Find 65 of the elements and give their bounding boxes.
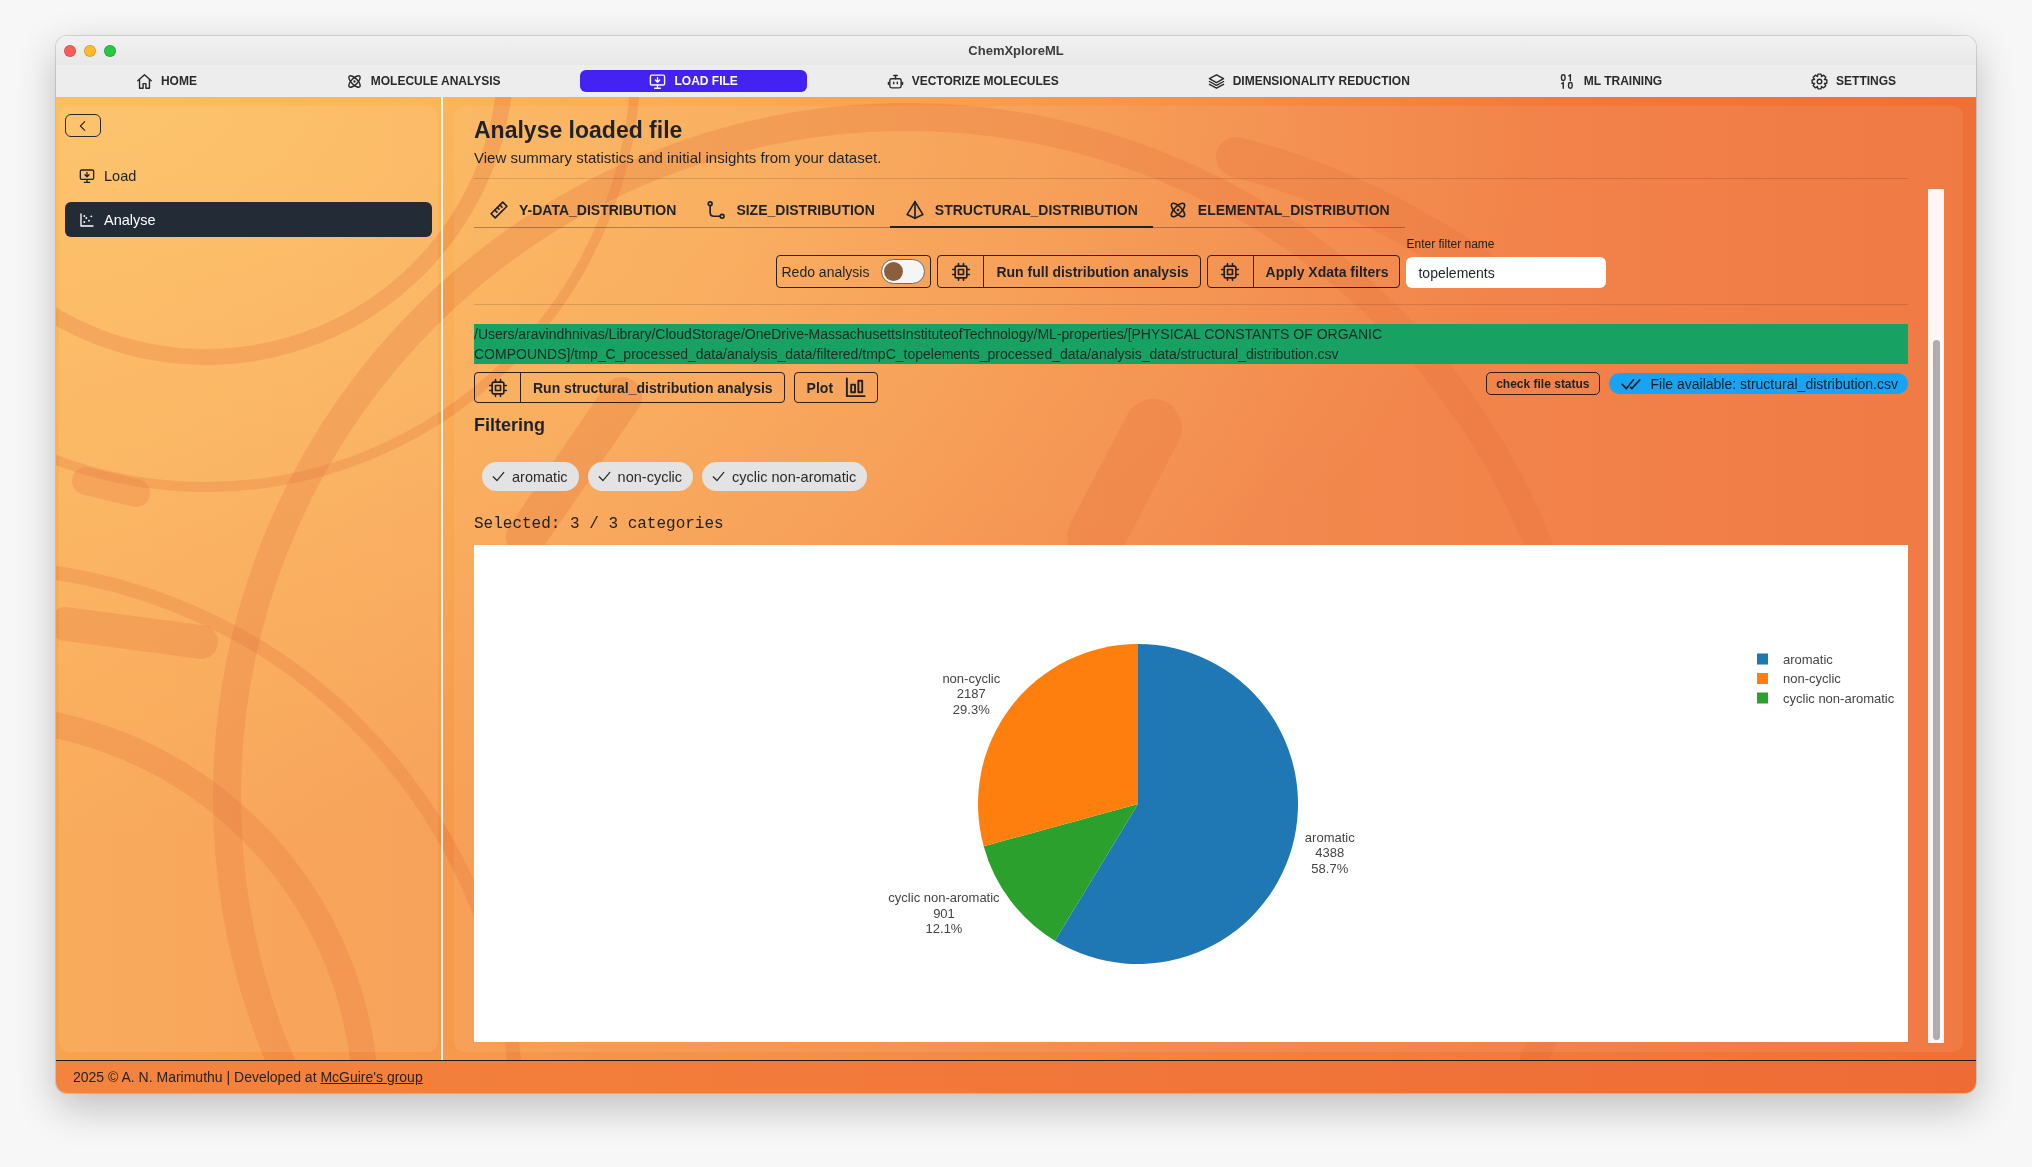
distribution-tab[interactable]: ELEMENTAL_DISTRIBUTION (1167, 194, 1390, 228)
group-link[interactable]: McGuire's group (320, 1069, 423, 1085)
path-nodes-icon (706, 200, 727, 220)
legend-label: cyclic non-aromatic (1783, 690, 1895, 706)
nav-tab[interactable]: ML TRAINING (1550, 70, 1671, 92)
chip-icon (1220, 261, 1241, 282)
back-button[interactable] (65, 114, 101, 137)
legend-label: aromatic (1783, 651, 1833, 667)
slice-label: non-cyclic 2187 29.3% (942, 670, 1001, 717)
distribution-tab[interactable]: Y-DATA_DISTRIBUTION (489, 194, 677, 228)
footer-credit: 2025 © A. N. Marimuthu | Developed at McGuire's group (73, 1069, 423, 1085)
nav-tab[interactable]: HOME (127, 70, 205, 92)
check-icon (491, 469, 506, 484)
filter-name-field[interactable]: topelements (1406, 257, 1607, 288)
selection-summary: Selected: 3 / 3 categories (474, 514, 724, 534)
ruler-icon (489, 200, 509, 220)
nav-tab[interactable]: LOAD FILE (580, 70, 807, 92)
sidebar-item[interactable]: Analyse (65, 202, 432, 237)
slice-label: cyclic non-aromatic 901 12.1% (888, 890, 1000, 937)
pyramid-icon (904, 200, 925, 220)
filter-chip[interactable]: aromatic (482, 462, 579, 491)
check-icon (596, 469, 612, 484)
layers-icon (1207, 72, 1225, 90)
monitor-arrow-icon (649, 72, 667, 90)
nav-tab[interactable]: SETTINGS (1803, 70, 1905, 92)
binary-digits-icon (1558, 72, 1576, 90)
vertical-scrollbar[interactable] (1928, 189, 1944, 1043)
scatter-chart-icon (79, 211, 95, 228)
bar-chart-icon (844, 376, 868, 399)
scrollbar-thumb[interactable] (1932, 340, 1940, 1040)
redo-analysis-switch[interactable]: Redo analysis (775, 255, 932, 288)
sidebar-item[interactable]: Load (65, 158, 137, 193)
monitor-arrow-icon (79, 167, 95, 184)
distribution-tab[interactable]: STRUCTURAL_DISTRIBUTION (889, 194, 1153, 228)
distribution-tab[interactable]: SIZE_DISTRIBUTION (706, 194, 875, 228)
slice-label: aromatic 4388 58.7% (1304, 829, 1355, 876)
atom-icon (345, 72, 363, 90)
file-path-banner: /Users/aravindhnivas/Library/CloudStorage/OneDrive-MassachusettsInstituteofTechnology/ML-properties/[PHYSICAL CONSTANTS OF ORGANIC COMPOUNDS]/tmp_C_processed_data/analysis_data/filtered/tmpC_topelements_processed_data/analysis_data/structural_distribution.csv (474, 324, 1908, 364)
close-window-icon[interactable] (64, 44, 76, 57)
page-title: Analyse loaded file (474, 116, 683, 144)
home-icon (135, 72, 153, 90)
settings-icon (1811, 72, 1829, 90)
filter-name-label: Enter filter name (1406, 236, 1496, 252)
minimize-window-icon[interactable] (84, 44, 96, 57)
check-icon (711, 469, 727, 484)
robot-icon (886, 72, 904, 90)
file-status-text: File available: structural_distribution.csv (1650, 375, 1898, 392)
legend-label: non-cyclic (1783, 671, 1841, 686)
run-structural-analysis-button[interactable]: Run structural_distribution analysis (474, 372, 785, 403)
page-subtitle: View summary statistics and initial insights from your dataset. (474, 148, 882, 168)
maximize-window-icon[interactable] (104, 44, 116, 57)
nav-tab[interactable]: DIMENSIONALITY REDUCTION (1199, 70, 1418, 92)
nav-tab[interactable]: MOLECULE ANALYSIS (337, 70, 509, 92)
apply-filters-button[interactable]: Apply Xdata filters (1206, 255, 1401, 288)
filter-chip[interactable]: non-cyclic (587, 462, 694, 491)
check-file-status-button[interactable]: check file status (1486, 372, 1600, 395)
run-full-analysis-button[interactable]: Run full distribution analysis (937, 255, 1201, 288)
chip-icon (487, 377, 508, 398)
filter-chip[interactable]: cyclic non-aromatic (702, 462, 868, 491)
plot-button[interactable]: Plot (793, 372, 879, 403)
chip-icon (950, 261, 971, 282)
nav-tab[interactable]: VECTORIZE MOLECULES (878, 70, 1067, 92)
window-title: ChemXploreML (968, 43, 1064, 58)
filtering-heading: Filtering (474, 414, 545, 437)
toggle-switch[interactable] (881, 259, 926, 284)
